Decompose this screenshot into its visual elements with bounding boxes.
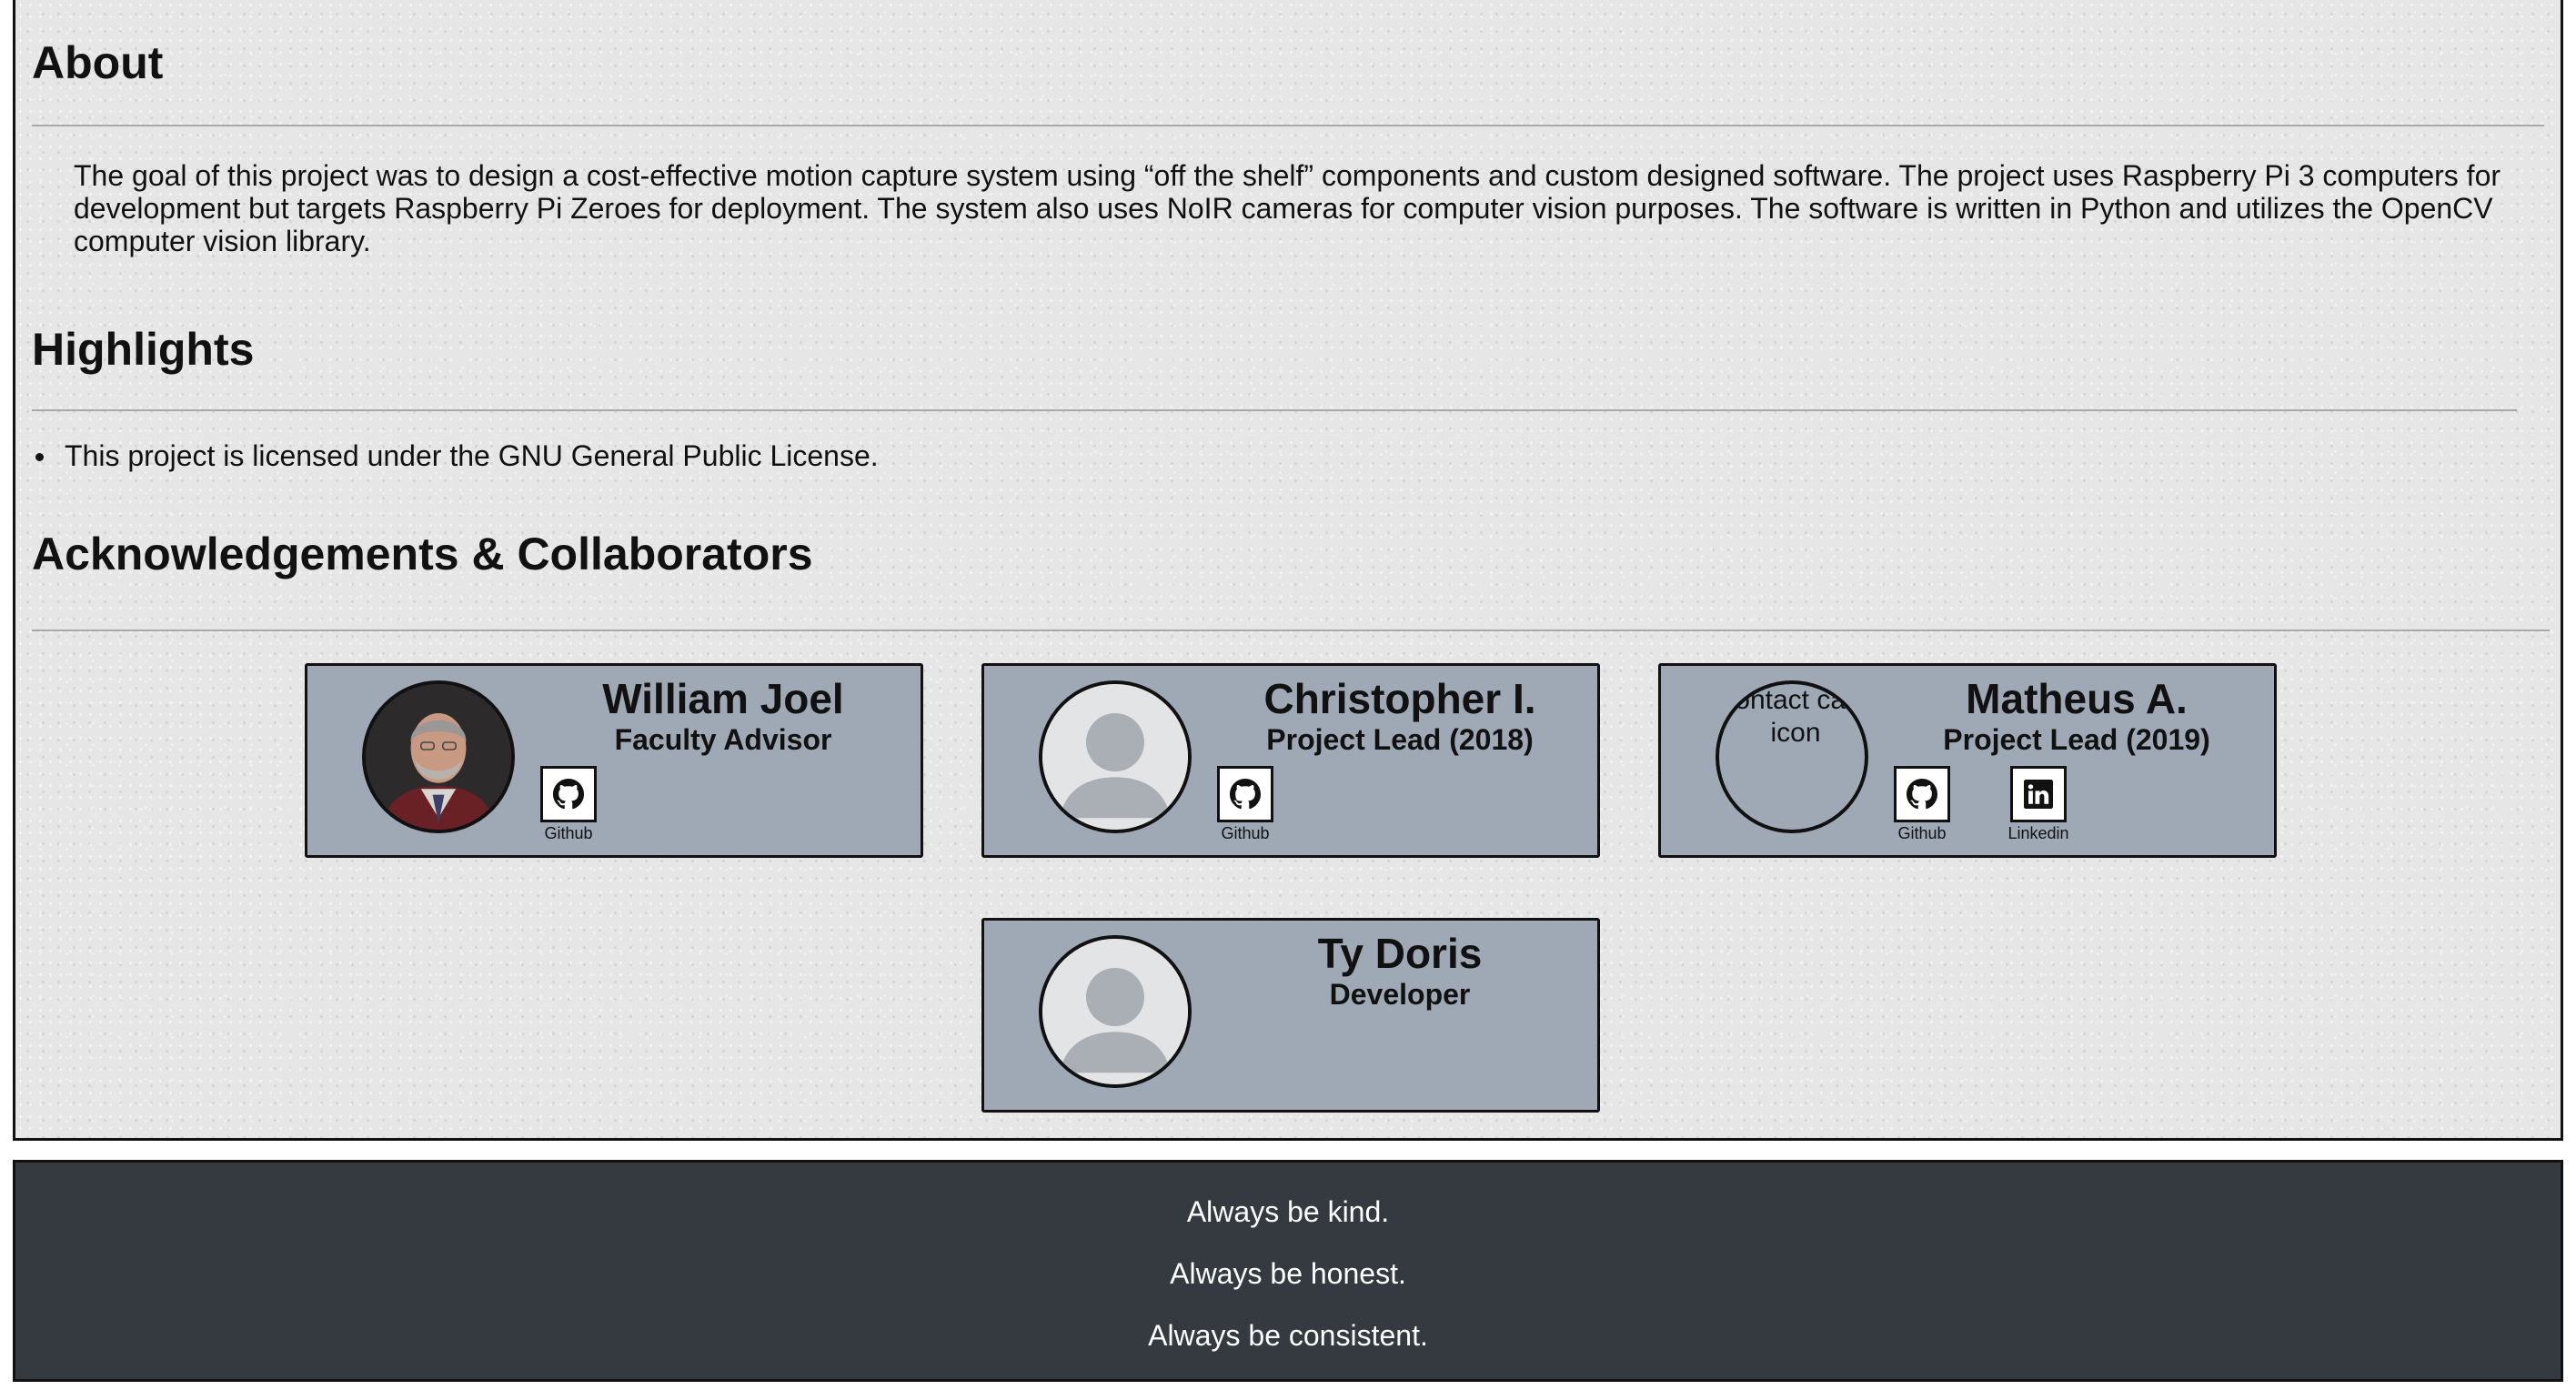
linkedin-icon[interactable] bbox=[2010, 766, 2067, 822]
about-heading: About bbox=[32, 37, 164, 88]
collaborator-name: William Joel bbox=[602, 675, 844, 722]
avatar-photo bbox=[362, 680, 515, 833]
collaborator-role: Project Lead (2019) bbox=[1943, 723, 2210, 756]
about-divider bbox=[32, 125, 2544, 126]
github-label: Github bbox=[1221, 824, 1270, 842]
list-item: This project is licensed under the GNU G… bbox=[32, 438, 879, 474]
highlights-divider bbox=[32, 409, 2517, 411]
github-icon[interactable] bbox=[1217, 766, 1273, 822]
portrait-icon bbox=[366, 684, 511, 830]
github-label: Github bbox=[1897, 824, 1947, 842]
collaborator-role: Project Lead (2018) bbox=[1266, 723, 1534, 756]
collaborator-role: Developer bbox=[1329, 978, 1471, 1011]
main-content: About The goal of this project was to de… bbox=[13, 0, 2563, 1141]
footer: Always be kind. Always be honest. Always… bbox=[13, 1160, 2563, 1382]
collaborator-card: Christopher I. Project Lead (2018) Githu… bbox=[981, 663, 1600, 858]
placeholder-person-icon bbox=[1039, 680, 1192, 833]
collaborator-name: Christopher I. bbox=[1263, 675, 1536, 722]
collaborator-card: William Joel Faculty Advisor Github bbox=[305, 663, 923, 858]
linkedin-label: Linkedin bbox=[2007, 824, 2069, 842]
broken-avatar-image: contact card icon bbox=[1716, 680, 1868, 833]
highlights-heading: Highlights bbox=[32, 324, 255, 375]
github-link[interactable]: Github bbox=[1890, 766, 1954, 842]
acknowledgements-heading: Acknowledgements & Collaborators bbox=[32, 529, 813, 579]
collaborator-name: Ty Doris bbox=[1317, 930, 1483, 977]
collaborator-name: Matheus A. bbox=[1966, 675, 2188, 722]
github-label: Github bbox=[544, 824, 593, 842]
github-link[interactable]: Github bbox=[1213, 766, 1277, 842]
github-link[interactable]: Github bbox=[537, 766, 600, 842]
acknowledgements-divider bbox=[32, 630, 2550, 631]
acknowledgements-section: Acknowledgements & Collaborators bbox=[32, 527, 2550, 631]
github-icon[interactable] bbox=[1894, 766, 1950, 822]
collaborator-card: contact card icon Matheus A. Project Lea… bbox=[1658, 663, 2277, 858]
highlights-section: Highlights This project is licensed unde… bbox=[32, 308, 2544, 490]
footer-motto: Always be honest. bbox=[1170, 1257, 1406, 1290]
highlights-list: This project is licensed under the GNU G… bbox=[32, 438, 879, 474]
placeholder-person-icon bbox=[1039, 935, 1192, 1088]
linkedin-link[interactable]: Linkedin bbox=[2007, 766, 2070, 842]
about-paragraph: The goal of this project was to design a… bbox=[74, 159, 2501, 257]
collaborator-role: Faculty Advisor bbox=[614, 723, 832, 756]
about-section: About The goal of this project was to de… bbox=[32, 0, 2544, 272]
footer-motto: Always be consistent. bbox=[1148, 1319, 1428, 1352]
avatar-alt-text: contact card icon bbox=[1721, 685, 1868, 748]
footer-motto: Always be kind. bbox=[1186, 1195, 1390, 1228]
collaborator-card: Ty Doris Developer bbox=[981, 918, 1600, 1113]
github-icon[interactable] bbox=[540, 766, 597, 822]
